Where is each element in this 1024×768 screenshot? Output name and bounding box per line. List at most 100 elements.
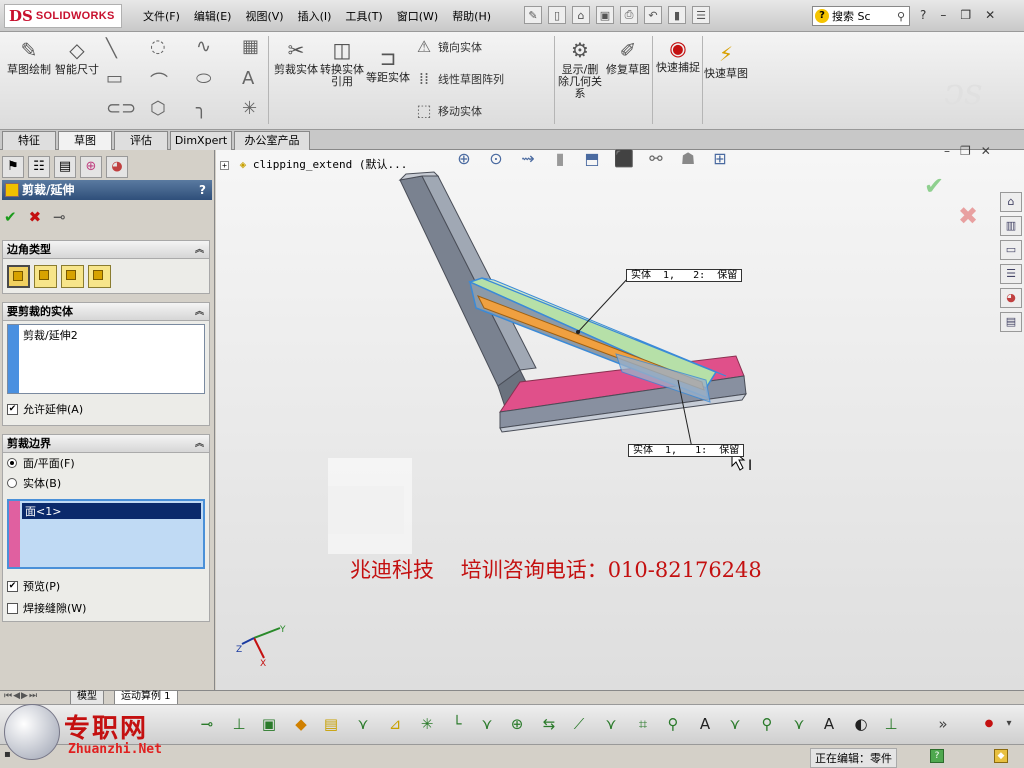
tool-icon[interactable]: └	[446, 713, 468, 735]
collapse-chevron-icon[interactable]: ︽	[195, 435, 204, 453]
bodies-selection-box[interactable]: 剪裁/延伸2	[7, 324, 205, 394]
checkbox-checked-icon[interactable]: ✔	[7, 580, 18, 592]
list-item[interactable]: 面<1>	[22, 503, 201, 519]
feature-manager-icon[interactable]: ⚑	[2, 156, 24, 178]
graphics-area[interactable]: + ◈ clipping_extend (默认... ⊕ ⊙ ⇝ ▮ ⬒ ⬛ ⚯…	[216, 144, 1024, 690]
menu-tools[interactable]: 工具(T)	[338, 8, 389, 24]
tool-icon[interactable]: ⟋	[568, 713, 590, 735]
rapid-sketch-button[interactable]: ⚡ 快速草图	[704, 42, 748, 80]
tool-icon[interactable]: ⌗	[632, 713, 654, 735]
search-input[interactable]: 搜索 Sc	[832, 8, 871, 24]
bodies-radio[interactable]: 实体(B)	[3, 473, 209, 493]
face-plane-radio[interactable]: 面/平面(F)	[3, 453, 209, 473]
radio-selected-icon[interactable]	[7, 458, 17, 468]
tab-features[interactable]: 特征	[2, 131, 56, 150]
configuration-manager-icon[interactable]: ▤	[54, 156, 76, 178]
tool-icon[interactable]: ⊥	[228, 713, 250, 735]
tool-icon[interactable]: ⊕	[506, 713, 528, 735]
help-button[interactable]: ?	[199, 180, 206, 200]
checkbox-checked-icon[interactable]: ✔	[7, 403, 18, 415]
new-document-icon[interactable]: ▯	[548, 6, 566, 24]
pin-icon[interactable]: ✎	[524, 6, 542, 24]
tab-model[interactable]: 模型	[70, 691, 104, 705]
tool-icon[interactable]: ▣	[258, 713, 280, 735]
open-folder-icon[interactable]: ⌂	[572, 6, 590, 24]
sketch-button[interactable]: ✎ 草图绘制	[6, 38, 52, 76]
boundary-selection-box[interactable]: 面<1>	[7, 499, 205, 569]
list-item[interactable]: 剪裁/延伸2	[23, 327, 200, 343]
tool-icon[interactable]: ⋎	[476, 713, 498, 735]
options-icon[interactable]: ☰	[692, 6, 710, 24]
mirror-entities-button[interactable]: ⚠ 镜向实体	[414, 38, 482, 56]
status-tag-icon[interactable]: ◆	[994, 749, 1008, 763]
radio-empty-icon[interactable]	[7, 478, 17, 488]
end-miter-button[interactable]	[34, 265, 57, 288]
end-butt1-button[interactable]	[61, 265, 84, 288]
restore-icon[interactable]: ❐	[960, 8, 971, 22]
callout-body-keep-top[interactable]: 实体 1, 2: 保留	[626, 269, 743, 282]
cancel-x-icon[interactable]: ✖	[29, 208, 42, 226]
minimize-icon[interactable]: –	[940, 8, 946, 22]
checkbox-empty-icon[interactable]	[7, 602, 18, 614]
print-icon[interactable]: ⎙	[620, 6, 638, 24]
tool-icon[interactable]: ⋎	[788, 713, 810, 735]
tab-sketch[interactable]: 草图	[58, 131, 112, 150]
tool-icon[interactable]: ⚲	[756, 713, 778, 735]
menu-file[interactable]: 文件(F)	[136, 8, 187, 24]
convert-entities-button[interactable]: ◫ 转换实体引用	[320, 38, 364, 88]
circle-icon[interactable]: ◌	[150, 36, 166, 57]
menu-edit[interactable]: 编辑(E)	[187, 8, 239, 24]
tool-icon[interactable]: ⇆	[538, 713, 560, 735]
weld-gap-checkbox[interactable]: 焊接缝隙(W)	[3, 597, 209, 619]
tool-icon[interactable]: ⊿	[384, 713, 406, 735]
group-header[interactable]: 剪裁边界 ︽	[3, 435, 209, 453]
tool-icon[interactable]: ◐	[850, 713, 872, 735]
close-icon[interactable]: ✕	[985, 8, 995, 22]
tool-icon[interactable]: ⋎	[352, 713, 374, 735]
tool-icon[interactable]: ⋎	[600, 713, 622, 735]
allow-extension-checkbox[interactable]: ✔ 允许延伸(A)	[3, 398, 209, 420]
search-box[interactable]: ? 搜索 Sc ⚲	[812, 6, 910, 26]
fillet-icon[interactable]: ╮	[196, 98, 207, 119]
appearance-icon[interactable]: ◕	[106, 156, 128, 178]
menu-insert[interactable]: 插入(I)	[291, 8, 339, 24]
status-help-icon[interactable]: ?	[930, 749, 944, 763]
menu-help[interactable]: 帮助(H)	[445, 8, 498, 24]
ok-check-icon[interactable]: ✔	[4, 208, 17, 226]
text-icon[interactable]: A	[242, 68, 254, 89]
dimxpert-manager-icon[interactable]: ⊕	[80, 156, 102, 178]
tool-icon[interactable]: ◆	[290, 713, 312, 735]
tab-scroll-arrows-icon[interactable]: ⏮◀▶⏭	[4, 691, 38, 701]
tool-icon[interactable]: ⋎	[724, 713, 746, 735]
tab-motion-study[interactable]: 运动算例 1	[114, 691, 178, 705]
magnifier-icon[interactable]: ⚲	[897, 10, 905, 23]
pushpin-icon[interactable]: ⊸	[53, 208, 66, 226]
collapse-chevron-icon[interactable]: ︽	[195, 303, 204, 321]
rectangle-icon[interactable]: ▭	[106, 68, 123, 89]
tool-icon[interactable]: ✳	[416, 713, 438, 735]
undo-icon[interactable]: ↶	[644, 6, 662, 24]
property-manager-icon[interactable]: ☷	[28, 156, 50, 178]
weldment-model[interactable]: I Y X Z	[216, 150, 1024, 690]
repair-sketch-button[interactable]: ✐ 修复草图	[606, 38, 650, 76]
end-trim-button[interactable]	[7, 265, 30, 288]
help-icon[interactable]: ?	[920, 8, 926, 22]
callout-body-keep-bottom[interactable]: 实体 1, 1: 保留	[628, 444, 745, 457]
menu-window[interactable]: 窗口(W)	[390, 8, 445, 24]
point-icon[interactable]: ✳	[242, 98, 257, 119]
menu-view[interactable]: 视图(V)	[238, 8, 290, 24]
group-header[interactable]: 边角类型 ︽	[3, 241, 209, 259]
trim-entities-button[interactable]: ✂ 剪裁实体	[274, 38, 318, 76]
end-butt2-button[interactable]	[88, 265, 111, 288]
collapse-chevron-icon[interactable]: ︽	[195, 241, 204, 259]
tab-dimxpert[interactable]: DimXpert	[170, 131, 232, 150]
plane-icon[interactable]: ▦	[242, 36, 259, 57]
move-entities-button[interactable]: ⬚ 移动实体	[414, 102, 482, 120]
tool-icon[interactable]: ▤	[320, 713, 342, 735]
tool-icon[interactable]: ⊸	[196, 713, 218, 735]
tab-office-products[interactable]: 办公室产品	[234, 131, 310, 150]
record-icon[interactable]: ●	[978, 713, 1000, 735]
spline-icon[interactable]: ∿	[196, 36, 211, 57]
line-icon[interactable]: ╲	[106, 38, 117, 59]
save-icon[interactable]: ▣	[596, 6, 614, 24]
